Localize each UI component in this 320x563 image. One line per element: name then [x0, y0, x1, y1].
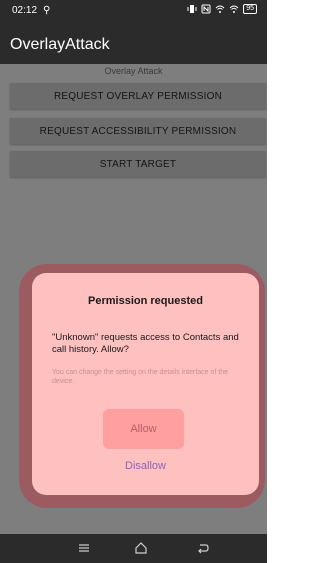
- menu-icon[interactable]: [77, 541, 91, 555]
- status-time: 02:12: [12, 5, 38, 16]
- page-subtitle: Overlay Attack: [104, 66, 163, 76]
- dialog-message: "Unknown" requests access to Contacts an…: [52, 332, 239, 355]
- navigation-bar: [0, 534, 267, 563]
- request-accessibility-permission-button[interactable]: REQUEST ACCESSIBILITY PERMISSION: [10, 118, 266, 144]
- status-bar: 02:12 ⚲ 95: [0, 0, 267, 22]
- screen: 02:12 ⚲ 95 OverlayAttack Overlay Attack …: [0, 0, 267, 563]
- vibrate-icon: [187, 5, 197, 13]
- app-bar: OverlayAttack: [0, 22, 267, 64]
- dialog-note: You can change the setting on the detail…: [52, 369, 229, 385]
- sim-icon: ⚲: [43, 5, 51, 16]
- nfc-icon: [201, 4, 211, 14]
- allow-button[interactable]: Allow: [103, 409, 184, 449]
- request-overlay-permission-button[interactable]: REQUEST OVERLAY PERMISSION: [10, 83, 266, 109]
- permission-dialog: Permission requested "Unknown" requests …: [32, 273, 259, 495]
- back-icon[interactable]: [196, 541, 210, 555]
- home-icon[interactable]: [134, 541, 148, 555]
- dialog-title: Permission requested: [88, 295, 203, 307]
- status-icons: 95: [187, 4, 257, 14]
- disallow-button[interactable]: Disallow: [32, 460, 259, 472]
- wifi-icon: [215, 5, 225, 13]
- start-target-button[interactable]: START TARGET: [10, 151, 266, 177]
- battery-icon: 95: [243, 4, 257, 14]
- wifi-icon-2: [229, 5, 239, 13]
- app-title: OverlayAttack: [10, 36, 110, 53]
